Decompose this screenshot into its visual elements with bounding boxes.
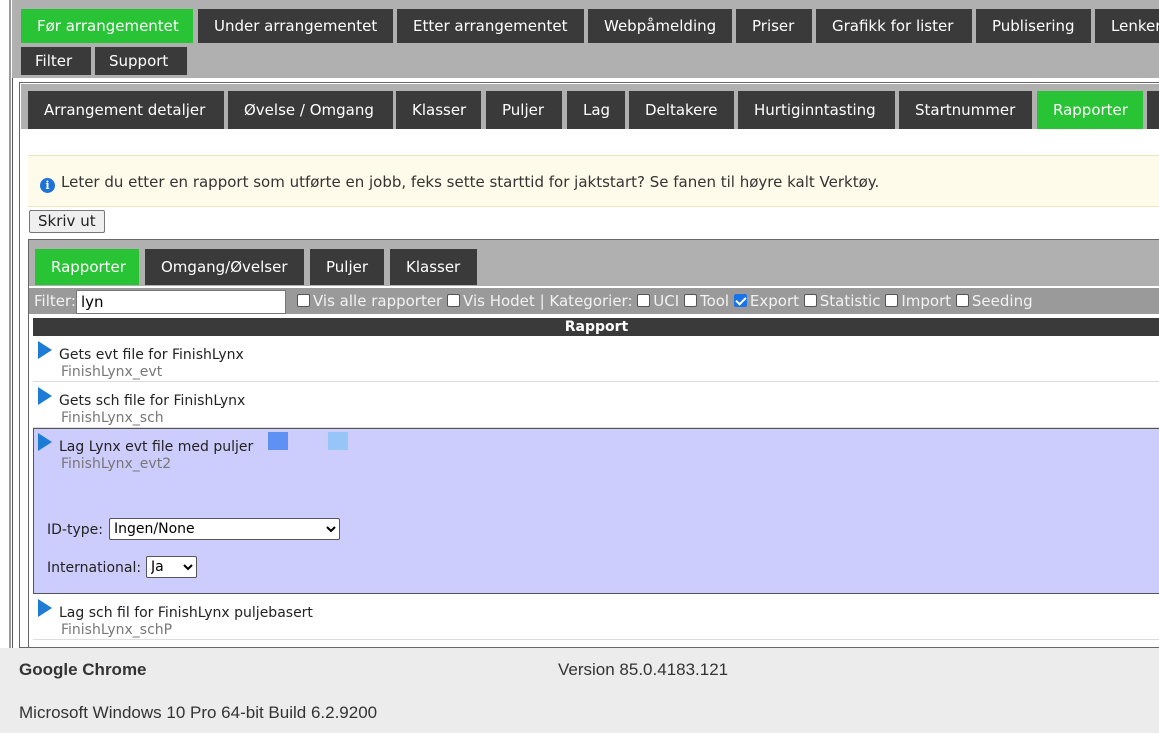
id-type-label: ID-type: xyxy=(47,522,103,538)
download-report-icon[interactable] xyxy=(328,432,348,450)
category-statistic-checkbox[interactable] xyxy=(803,294,817,307)
expand-arrow-icon[interactable] xyxy=(38,387,52,405)
report-tab-puljer[interactable]: Puljer xyxy=(310,249,384,285)
category-tool-label: Tool xyxy=(699,292,730,310)
report-title: Lag sch fil for FinishLynx puljebasert xyxy=(59,605,313,621)
report-title: Lag Lynx evt file med puljer xyxy=(59,439,254,455)
tab-for-arrangementet[interactable]: Før arrangementet xyxy=(21,9,193,43)
international-label: International: xyxy=(47,560,142,576)
id-type-select[interactable]: Ingen/None xyxy=(109,518,340,540)
filter-input[interactable] xyxy=(76,290,286,314)
filter-separator: | xyxy=(539,292,545,310)
report-subtitle: FinishLynx_evt2 xyxy=(61,456,172,472)
category-export-checkbox[interactable] xyxy=(733,294,747,307)
category-export-label: Export xyxy=(749,292,799,310)
browser-name: Google Chrome xyxy=(19,660,147,679)
main-panel: Arrangement detaljer Øvelse / Omgang Kla… xyxy=(19,82,1159,649)
tab-startnummer[interactable]: Startnummer xyxy=(899,91,1032,129)
report-row[interactable]: Lag sch fil for FinishLynx puljebasert F… xyxy=(33,594,1159,640)
filter-bar: Filter: Vis alle rapporter Vis Hodet | K… xyxy=(29,288,1159,314)
category-uci-checkbox[interactable] xyxy=(637,294,651,307)
category-statistic-label: Statistic xyxy=(819,292,881,310)
tab-priser[interactable]: Priser xyxy=(736,9,812,43)
tab-klasser[interactable]: Klasser xyxy=(396,91,481,129)
report-row-selected[interactable]: Lag Lynx evt file med puljer FinishLynx_… xyxy=(33,428,1159,594)
column-header-rapport: Rapport xyxy=(33,318,1159,336)
category-seeding-label: Seeding xyxy=(971,292,1033,310)
left-edge-line xyxy=(9,0,11,648)
tab-more[interactable] xyxy=(1147,91,1159,129)
tab-arrangement-detaljer[interactable]: Arrangement detaljer xyxy=(28,91,224,129)
os-info: Microsoft Windows 10 Pro 64-bit Build 6.… xyxy=(19,703,378,722)
filter-options: Vis alle rapporter Vis Hodet | Kategorie… xyxy=(297,288,1033,314)
expand-arrow-icon[interactable] xyxy=(38,433,52,451)
tab-webpamelding[interactable]: Webpåmelding xyxy=(588,9,732,43)
tab-support[interactable]: Support xyxy=(95,47,187,75)
expand-arrow-icon[interactable] xyxy=(38,599,52,617)
tab-ovelse-omgang[interactable]: Øvelse / Omgang xyxy=(228,91,393,129)
browser-version: Version 85.0.4183.121 xyxy=(558,660,729,679)
run-report-icon[interactable] xyxy=(268,432,288,450)
report-subtitle: FinishLynx_schP xyxy=(61,622,173,638)
report-tab-omgang-ovelser[interactable]: Omgang/Øvelser xyxy=(145,249,304,285)
report-subtitle: FinishLynx_evt xyxy=(61,364,163,380)
report-title: Gets sch file for FinishLynx xyxy=(59,393,246,409)
tab-filter[interactable]: Filter xyxy=(21,47,91,75)
expand-arrow-icon[interactable] xyxy=(38,341,52,359)
report-tab-rapporter[interactable]: Rapporter xyxy=(35,249,139,285)
international-select[interactable]: Ja xyxy=(146,556,197,578)
tab-deltakere[interactable]: Deltakere xyxy=(629,91,734,129)
left-edge xyxy=(0,0,13,648)
report-subtitle: FinishLynx_sch xyxy=(61,410,164,426)
info-banner: i Leter du etter en rapport som utførte e… xyxy=(28,155,1159,207)
tab-etter-arrangementet[interactable]: Etter arrangementet xyxy=(397,9,584,43)
tab-grafikk-for-lister[interactable]: Grafikk for lister xyxy=(816,9,972,43)
show-header-checkbox[interactable] xyxy=(447,294,461,307)
print-button[interactable]: Skriv ut xyxy=(29,210,105,233)
tab-rapporter[interactable]: Rapporter xyxy=(1037,91,1143,129)
category-tool-checkbox[interactable] xyxy=(683,294,697,307)
info-icon: i xyxy=(40,178,55,193)
category-seeding-checkbox[interactable] xyxy=(955,294,969,307)
browser-info-footer: Google Chrome Version 85.0.4183.121 Micr… xyxy=(0,648,1159,733)
tab-hurtiginntasting[interactable]: Hurtiginntasting xyxy=(738,91,895,129)
report-row[interactable]: Gets sch file for FinishLynx FinishLynx_… xyxy=(33,382,1159,428)
reports-section: Rapporter Omgang/Øvelser Puljer Klasser … xyxy=(28,239,1159,649)
tab-publisering[interactable]: Publisering xyxy=(976,9,1091,43)
show-all-checkbox[interactable] xyxy=(297,294,310,307)
report-title: Gets evt file for FinishLynx xyxy=(59,347,244,363)
category-import-checkbox[interactable] xyxy=(885,294,899,307)
filter-label: Filter: xyxy=(34,292,76,310)
report-row[interactable]: Gets evt file for FinishLynx FinishLynx_… xyxy=(33,336,1159,382)
tab-puljer[interactable]: Puljer xyxy=(486,91,562,129)
category-uci-label: UCI xyxy=(653,292,680,310)
tab-under-arrangementet[interactable]: Under arrangementet xyxy=(198,9,393,43)
show-header-label: Vis Hodet xyxy=(463,292,535,310)
report-tab-klasser[interactable]: Klasser xyxy=(390,249,477,285)
categories-label: Kategorier: xyxy=(549,292,633,310)
category-import-label: Import xyxy=(901,292,952,310)
info-message: Leter du etter en rapport som utførte en… xyxy=(61,173,880,191)
tab-lenker[interactable]: Lenker xyxy=(1095,9,1159,43)
tab-lag[interactable]: Lag xyxy=(567,91,625,129)
show-all-label: Vis alle rapporter xyxy=(313,292,443,310)
